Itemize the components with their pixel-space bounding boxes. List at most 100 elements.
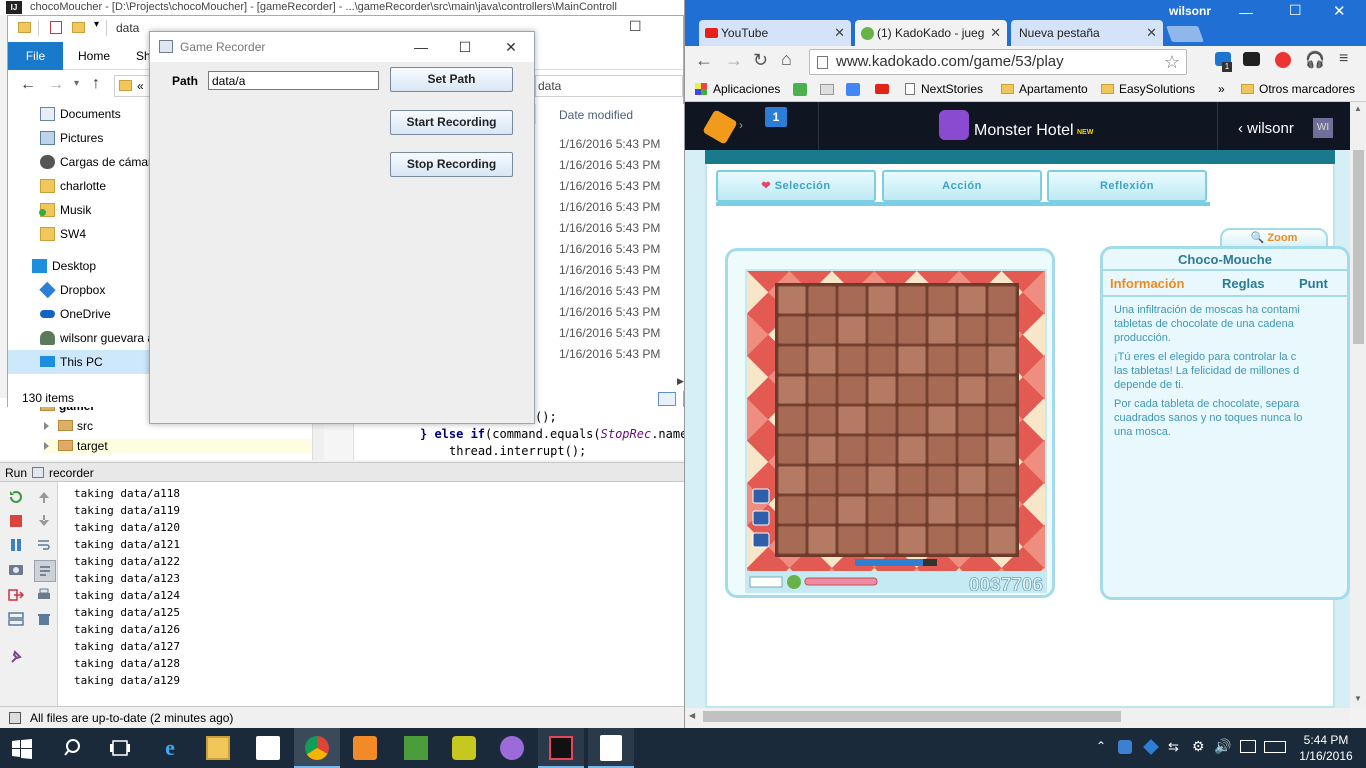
nav-item-pictures[interactable]: Pictures xyxy=(8,126,150,150)
chocolate-square[interactable] xyxy=(867,285,897,315)
headphones-icon[interactable]: 🎧 xyxy=(1305,50,1325,70)
chocolate-square[interactable] xyxy=(987,465,1017,495)
scrollbar-thumb[interactable] xyxy=(703,711,1121,722)
task-view-icon[interactable] xyxy=(108,736,132,760)
tree-node-target[interactable]: target xyxy=(44,439,312,453)
close-tab-icon[interactable]: ✕ xyxy=(1146,20,1157,46)
chocolate-square[interactable] xyxy=(807,405,837,435)
bookmark-star-icon[interactable]: ☆ xyxy=(1164,50,1180,74)
cat-app-icon[interactable] xyxy=(500,736,524,760)
chocolate-square[interactable] xyxy=(867,375,897,405)
pause-icon[interactable] xyxy=(8,538,24,552)
new-tab-button[interactable] xyxy=(1166,26,1204,42)
kk-username[interactable]: ‹ wilsonr xyxy=(1238,120,1294,137)
chocolate-square[interactable] xyxy=(837,435,867,465)
address-bar[interactable]: www.kadokado.com/game/53/play ☆ xyxy=(809,49,1187,75)
run-config-name[interactable]: recorder xyxy=(49,466,94,480)
chocolate-square[interactable] xyxy=(957,375,987,405)
chocolate-square[interactable] xyxy=(777,525,807,555)
chocolate-square[interactable] xyxy=(807,495,837,525)
maximize-icon[interactable]: ☐ xyxy=(629,18,642,35)
pinterest-icon[interactable] xyxy=(1275,52,1291,68)
media-player-icon[interactable] xyxy=(353,736,377,760)
chocolate-square[interactable] xyxy=(867,315,897,345)
chocolate-square[interactable] xyxy=(927,525,957,555)
home-icon[interactable]: ⌂ xyxy=(781,49,792,70)
chocolate-square[interactable] xyxy=(927,285,957,315)
store-icon[interactable] xyxy=(256,736,280,760)
chocolate-square[interactable] xyxy=(867,405,897,435)
chocolate-square[interactable] xyxy=(807,465,837,495)
chocolate-square[interactable] xyxy=(807,315,837,345)
chocolate-bar[interactable] xyxy=(775,283,1019,557)
scroll-down-arrow-icon[interactable]: ▼ xyxy=(1354,694,1362,703)
scroll-right-arrow-icon[interactable]: ▶ xyxy=(677,376,684,387)
soft-wrap-icon[interactable] xyxy=(36,538,52,552)
bookmark-apps[interactable]: Aplicaciones xyxy=(695,82,780,96)
chocolate-square[interactable] xyxy=(957,405,987,435)
game-app-icon[interactable] xyxy=(452,736,476,760)
scrollbar-thumb[interactable] xyxy=(1353,150,1364,344)
chocolate-square[interactable] xyxy=(987,345,1017,375)
choco-mouche-game-canvas[interactable]: 0037706 xyxy=(745,269,1047,593)
qa-dropdown-icon[interactable]: ▾ xyxy=(94,19,99,30)
chocolate-square[interactable] xyxy=(807,285,837,315)
game-board[interactable]: 0037706 xyxy=(747,271,1047,593)
chocolate-square[interactable] xyxy=(927,495,957,525)
chocolate-square[interactable] xyxy=(897,345,927,375)
chocolate-square[interactable] xyxy=(777,345,807,375)
chocolate-square[interactable] xyxy=(777,405,807,435)
address-bar[interactable]: « xyxy=(114,75,154,97)
file-date[interactable]: 1/16/2016 5:43 PM xyxy=(559,200,660,214)
nav-item-this-pc[interactable]: This PC xyxy=(8,350,150,374)
maps-icon[interactable] xyxy=(793,83,807,96)
stop-icon[interactable] xyxy=(8,514,24,528)
chocolate-square[interactable] xyxy=(957,285,987,315)
tab-new-tab[interactable]: Nueva pestaña ✕ xyxy=(1011,20,1163,46)
details-view-icon[interactable] xyxy=(658,392,676,406)
chocolate-square[interactable] xyxy=(897,285,927,315)
search-box[interactable]: data xyxy=(535,75,683,97)
print-icon[interactable] xyxy=(36,588,52,602)
chocolate-square[interactable] xyxy=(897,435,927,465)
back-arrow-icon[interactable]: ← xyxy=(695,50,713,71)
chocolate-square[interactable] xyxy=(837,285,867,315)
properties-icon[interactable] xyxy=(50,21,62,34)
maximize-icon[interactable]: ☐ xyxy=(1289,2,1302,19)
nav-item-user[interactable]: wilsonr guevara a xyxy=(8,326,154,350)
nav-item-onedrive[interactable]: OneDrive xyxy=(8,302,150,326)
close-icon[interactable]: ✕ xyxy=(1333,2,1346,20)
chocolate-square[interactable] xyxy=(837,495,867,525)
pin-icon[interactable] xyxy=(8,650,24,664)
back-arrow-icon[interactable]: ← xyxy=(20,76,36,94)
exit-icon[interactable] xyxy=(8,588,24,602)
forward-arrow-icon[interactable]: → xyxy=(725,50,743,71)
bookmarks-overflow[interactable]: » xyxy=(1218,82,1225,96)
file-date[interactable]: 1/16/2016 5:43 PM xyxy=(559,284,660,298)
windows-start-icon[interactable] xyxy=(12,739,32,759)
file-date[interactable]: 1/16/2016 5:43 PM xyxy=(559,305,660,319)
ghostery-icon[interactable] xyxy=(1243,52,1260,66)
nav-item-desktop[interactable]: Desktop xyxy=(8,254,150,278)
chocolate-square[interactable] xyxy=(927,315,957,345)
breadcrumb-overflow[interactable]: « xyxy=(137,79,144,93)
tray-app-icon[interactable] xyxy=(1118,740,1132,754)
chocolate-square[interactable] xyxy=(987,495,1017,525)
camera-icon[interactable] xyxy=(8,562,24,576)
nav-item-charlotte[interactable]: charlotte xyxy=(8,174,150,198)
ribbon-tab-file[interactable]: File xyxy=(8,42,63,70)
chocolate-square[interactable] xyxy=(987,285,1017,315)
chocolate-square[interactable] xyxy=(987,315,1017,345)
chocolate-square[interactable] xyxy=(897,525,927,555)
expand-arrow-icon[interactable] xyxy=(44,422,49,430)
up-arrow-icon[interactable] xyxy=(36,490,52,504)
horizontal-scrollbar[interactable]: ◀ xyxy=(685,708,1350,726)
file-date[interactable]: 1/16/2016 5:43 PM xyxy=(559,179,660,193)
chocolate-square[interactable] xyxy=(927,405,957,435)
file-date[interactable]: 1/16/2016 5:43 PM xyxy=(559,221,660,235)
clock[interactable]: 5:44 PM 1/16/2016 xyxy=(1296,732,1356,764)
chocolate-square[interactable] xyxy=(927,465,957,495)
volume-icon[interactable]: 🔊 xyxy=(1214,738,1231,755)
code-line[interactable]: } else if(command.equals(StopRec.name xyxy=(420,427,687,441)
search-icon[interactable] xyxy=(62,736,86,760)
